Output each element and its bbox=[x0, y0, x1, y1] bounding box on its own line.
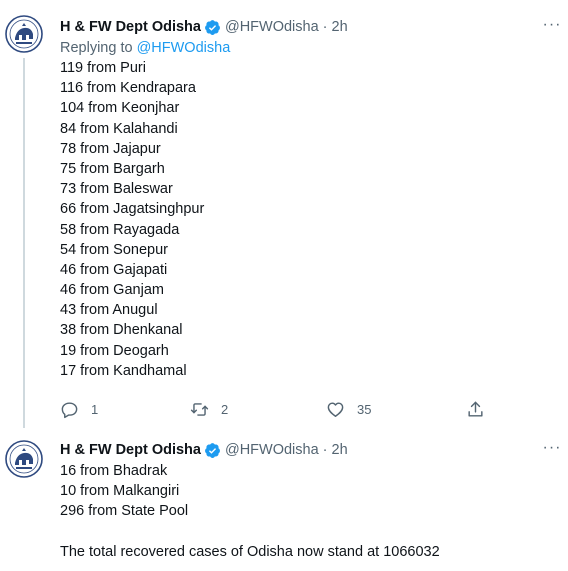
tweet-header: H & FW Dept Odisha @HFWOdisha · 2h bbox=[60, 440, 554, 460]
replying-to-mention[interactable]: @HFWOdisha bbox=[137, 40, 231, 56]
tweet-timestamp[interactable]: 2h bbox=[332, 17, 348, 37]
more-options-icon[interactable]: ··· bbox=[542, 17, 562, 39]
text-line: 46 from Gajapati bbox=[60, 261, 168, 278]
replying-to-label: Replying to bbox=[60, 40, 133, 56]
text-line: 16 from Bhadrak bbox=[60, 463, 168, 479]
blank-line bbox=[60, 522, 554, 542]
tweet-1[interactable]: H & FW Dept Odisha @HFWOdisha · 2h ··· R… bbox=[0, 0, 568, 428]
author-name[interactable]: H & FW Dept Odisha bbox=[60, 17, 201, 37]
share-icon bbox=[468, 401, 483, 417]
author-handle[interactable]: @HFWOdisha bbox=[225, 17, 319, 37]
text-line: 38 from Dhenkanal bbox=[60, 322, 183, 339]
retweet-icon bbox=[190, 403, 209, 416]
verified-badge-icon bbox=[205, 442, 220, 458]
text-line: 116 from Kendrapara bbox=[60, 80, 196, 97]
tweet-text: 119 from Puri 116 from Kendrapara 104 fr… bbox=[60, 58, 554, 381]
text-line: 46 from Ganjam bbox=[60, 282, 164, 299]
tweet-text: 16 from Bhadrak 10 from Malkangiri 296 f… bbox=[60, 461, 554, 562]
like-icon bbox=[327, 402, 344, 417]
text-line: 296 from State Pool bbox=[60, 503, 189, 520]
text-line: 104 from Keonjhar bbox=[60, 100, 180, 117]
separator-dot: · bbox=[322, 442, 328, 458]
odisha-emblem-icon bbox=[5, 15, 43, 53]
avatar[interactable] bbox=[3, 438, 45, 480]
avatar[interactable] bbox=[3, 13, 45, 55]
tweet-timestamp[interactable]: 2h bbox=[332, 440, 348, 460]
text-line: 43 from Anugul bbox=[60, 302, 158, 319]
tweet-2[interactable]: H & FW Dept Odisha @HFWOdisha · 2h ··· 1… bbox=[0, 428, 568, 562]
retweet-count: 2 bbox=[221, 402, 229, 417]
like-count: 35 bbox=[357, 402, 372, 417]
text-line: 19 from Deogarh bbox=[60, 342, 169, 359]
reply-button[interactable]: 1 bbox=[60, 400, 98, 419]
text-line: 66 from Jagatsinghpur bbox=[60, 201, 205, 218]
action-bar: 1 2 35 bbox=[60, 400, 554, 424]
text-line: 73 from Baleswar bbox=[60, 181, 173, 198]
reply-count: 1 bbox=[91, 402, 99, 417]
text-line: 84 from Kalahandi bbox=[60, 120, 178, 137]
tweet-header: H & FW Dept Odisha @HFWOdisha · 2h bbox=[60, 17, 554, 37]
more-options-icon[interactable]: ··· bbox=[542, 440, 562, 462]
text-line: 10 from Malkangiri bbox=[60, 483, 180, 500]
author-name[interactable]: H & FW Dept Odisha bbox=[60, 440, 201, 460]
text-line: The total recovered cases of Odisha now … bbox=[60, 543, 440, 560]
replying-to: Replying to @HFWOdisha bbox=[60, 38, 554, 58]
share-button[interactable] bbox=[466, 400, 485, 419]
text-line: 75 from Bargarh bbox=[60, 160, 165, 177]
author-handle[interactable]: @HFWOdisha bbox=[225, 440, 319, 460]
retweet-button[interactable]: 2 bbox=[190, 400, 228, 419]
text-line: 78 from Jajapur bbox=[60, 140, 161, 157]
verified-badge-icon bbox=[205, 19, 220, 35]
thread-line bbox=[23, 58, 25, 428]
text-line: 17 from Kandhamal bbox=[60, 362, 187, 379]
separator-dot: · bbox=[322, 19, 328, 35]
text-line: 58 from Rayagada bbox=[60, 221, 180, 238]
reply-icon bbox=[61, 402, 78, 419]
text-line: 119 from Puri bbox=[60, 60, 146, 76]
odisha-emblem-icon bbox=[5, 440, 43, 478]
like-button[interactable]: 35 bbox=[326, 400, 371, 419]
text-line: 54 from Sonepur bbox=[60, 241, 169, 258]
